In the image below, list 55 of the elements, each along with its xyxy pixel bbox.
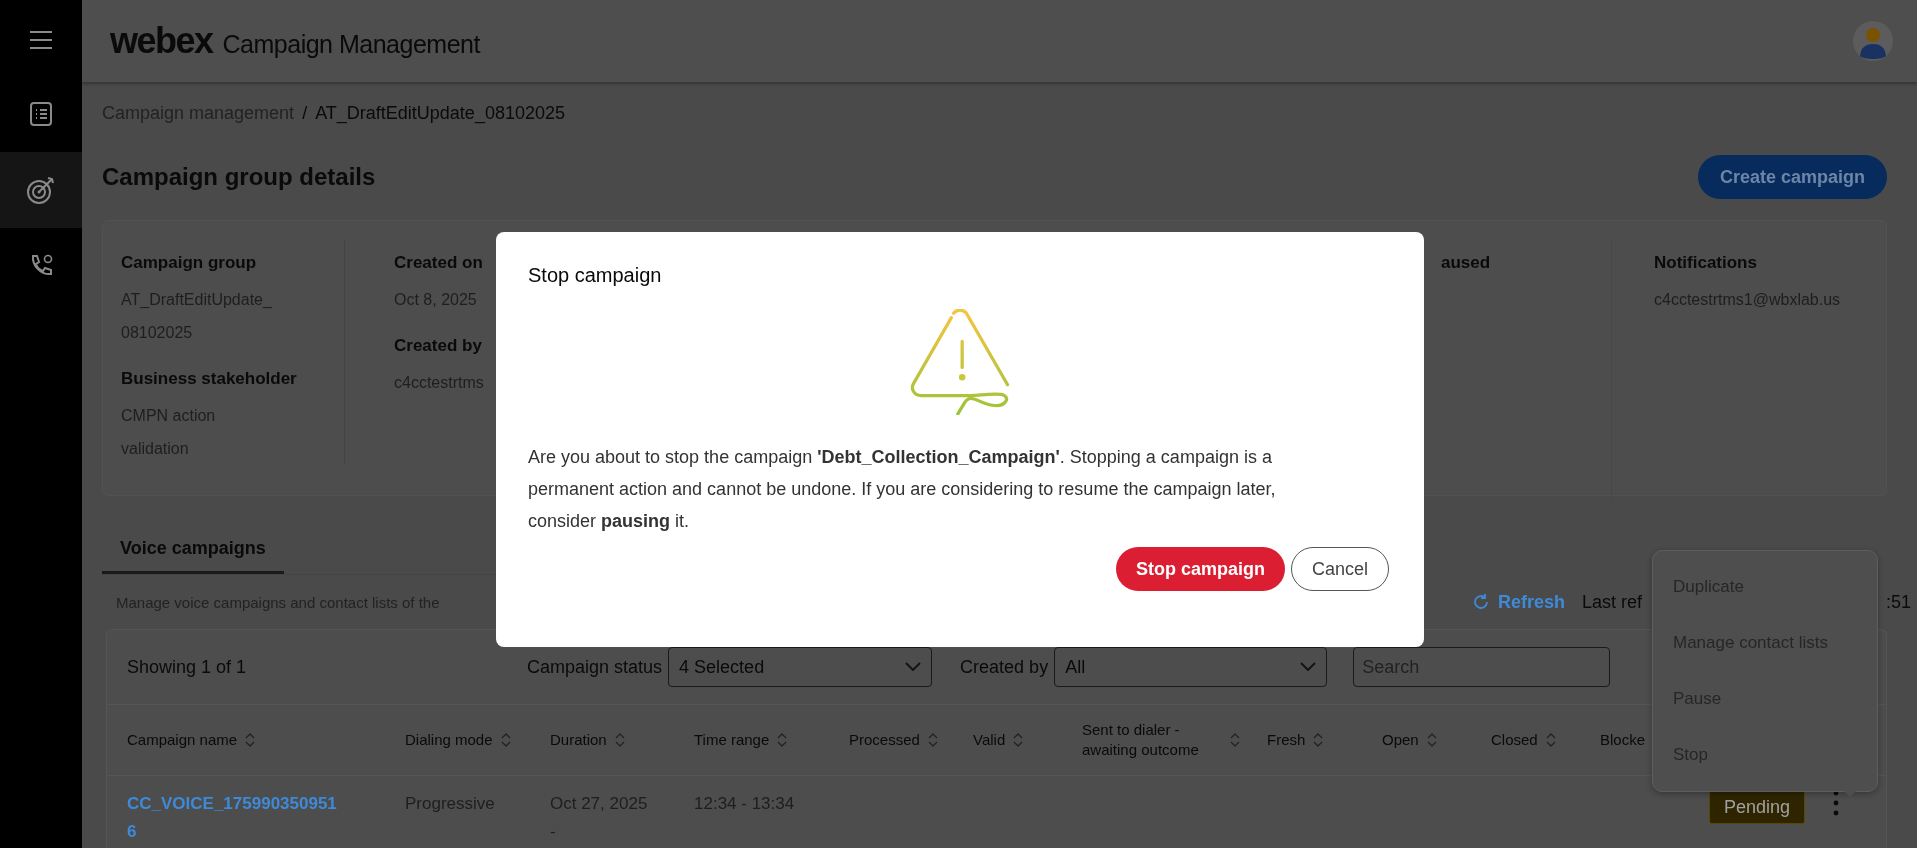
tab[interactable]: Voice campaigns xyxy=(102,528,284,574)
create-campaign-button[interactable]: Create campaign xyxy=(1697,155,1887,199)
cancel-button[interactable]: Cancel xyxy=(1290,547,1389,591)
filter-dropdown[interactable]: 4 Selected xyxy=(668,647,933,687)
column-header[interactable]: Dialing mode xyxy=(405,730,550,750)
field-label: Created by xyxy=(394,336,483,356)
breadcrumb-current: AT_DraftEditUpdate_08102025 xyxy=(315,102,565,124)
page-title: Campaign group details xyxy=(102,163,376,191)
column-header[interactable]: Campaign name xyxy=(127,730,405,750)
sort-icon xyxy=(500,732,511,748)
refresh-icon xyxy=(1472,593,1490,611)
field-label: aused xyxy=(1441,253,1492,273)
sort-icon xyxy=(1313,732,1324,748)
chevron-down-icon xyxy=(905,662,922,672)
column-header[interactable]: Valid xyxy=(973,730,1082,750)
filter-dropdown[interactable]: All xyxy=(1054,647,1328,687)
refresh-link[interactable]: Refresh xyxy=(1472,591,1566,613)
sort-icon xyxy=(777,732,788,748)
status-badge: Pending xyxy=(1709,790,1806,824)
sort-icon xyxy=(927,732,938,748)
sort-icon xyxy=(614,732,625,748)
filter-label: Created by xyxy=(960,656,1049,678)
campaign-link[interactable]: CC_VOICE_1759903509516 xyxy=(127,790,339,846)
column-header[interactable]: Fresh xyxy=(1267,730,1382,750)
warning-icon xyxy=(910,309,1010,415)
last-refreshed-time: :51 xyxy=(1886,591,1912,613)
sort-icon xyxy=(1545,732,1556,748)
result-count: Showing 1 of 1 xyxy=(127,656,248,678)
sort-icon xyxy=(1426,732,1437,748)
last-refreshed-text: Last ref xyxy=(1582,591,1644,613)
sort-icon xyxy=(1230,732,1240,748)
column-header[interactable]: Processed xyxy=(849,730,973,750)
stop-campaign-button[interactable]: Stop campaign xyxy=(1115,547,1285,591)
chevron-down-icon xyxy=(1300,662,1317,672)
sort-icon xyxy=(245,732,256,748)
breadcrumb-separator: / xyxy=(302,102,308,124)
sidebar-item[interactable] xyxy=(0,152,82,228)
menu-icon[interactable] xyxy=(29,30,53,50)
column-header[interactable]: Open xyxy=(1382,730,1491,750)
field-label: Notifications xyxy=(1654,253,1758,273)
sort-icon xyxy=(1013,732,1024,748)
field-label: Campaign group xyxy=(121,253,258,273)
dialog-title: Stop campaign xyxy=(528,264,663,287)
target-icon xyxy=(26,175,56,205)
column-header[interactable]: Sent to dialer - awaiting outcome xyxy=(1082,720,1267,760)
column-header[interactable]: Duration xyxy=(550,730,694,750)
dialog-message: Are you about to stop the campaign 'Debt_Collection_Campaign'. Stopping a campaign is a permanent action and cannot be undone. If you are considering to resume the campaign later, consider pausing it. xyxy=(528,446,1277,533)
filter-label: Campaign status xyxy=(527,656,663,678)
brand-logo: webex xyxy=(110,20,213,62)
field-label: Business stakeholder xyxy=(121,369,298,389)
list-icon xyxy=(29,101,53,127)
column-header[interactable]: Time range xyxy=(694,730,849,750)
app-title: Campaign Management xyxy=(222,30,480,59)
field-label: Created on xyxy=(394,253,484,273)
column-header[interactable]: Closed xyxy=(1491,730,1600,750)
